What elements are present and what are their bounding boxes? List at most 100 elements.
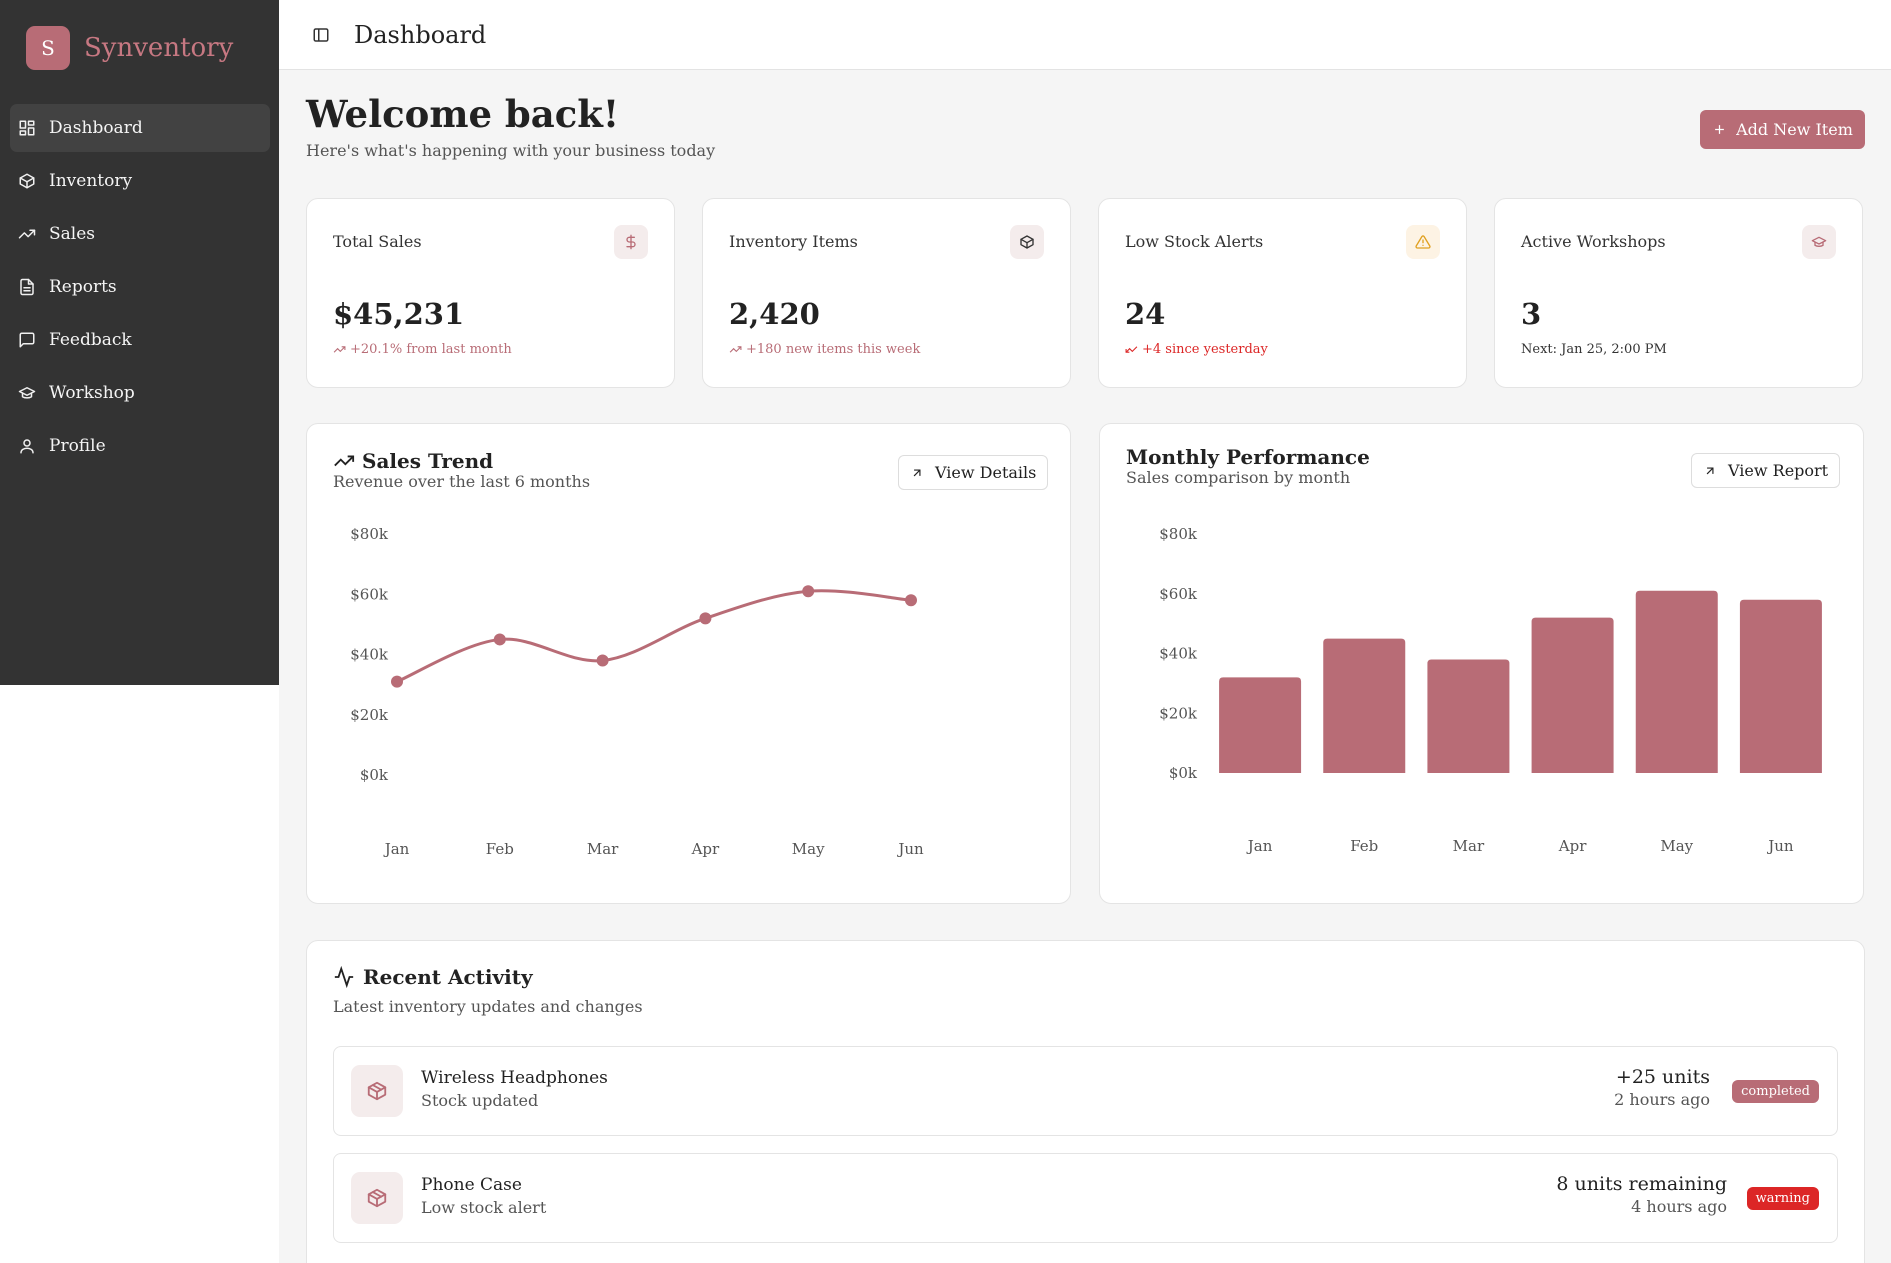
data-point	[596, 654, 609, 667]
activity-row[interactable]: Wireless Headphones Stock updated +25 un…	[333, 1046, 1838, 1136]
message-square-icon	[19, 332, 35, 348]
brand-logo: S	[26, 26, 70, 70]
data-point	[493, 633, 506, 646]
page-title: Dashboard	[354, 20, 487, 49]
stat-next-text: Next: Jan 25, 2:00 PM	[1521, 342, 1667, 357]
bar	[1323, 638, 1406, 773]
x-tick-label: Jun	[896, 840, 924, 858]
x-tick-label: Apr	[691, 840, 720, 858]
stat-label: Inventory Items	[729, 232, 858, 251]
x-tick-label: Feb	[1350, 837, 1378, 855]
x-tick-label: Jan	[1246, 837, 1273, 855]
stat-value: 3	[1521, 297, 1542, 331]
add-new-item-button[interactable]: Add New Item	[1700, 110, 1865, 149]
y-tick-label: $20k	[350, 706, 389, 724]
stat-next: Next: Jan 25, 2:00 PM	[1521, 342, 1667, 357]
sidebar-item-sales[interactable]: Sales	[10, 210, 270, 258]
sidebar-item-label: Sales	[49, 224, 96, 244]
x-tick-label: Jan	[383, 840, 410, 858]
welcome-subheading: Here's what's happening with your busine…	[306, 141, 716, 160]
y-tick-label: $60k	[350, 585, 389, 603]
y-tick-label: $40k	[1159, 645, 1198, 663]
activity-item-meta: 8 units remaining 4 hours ago	[1556, 1173, 1727, 1216]
sidebar-item-reports[interactable]: Reports	[10, 263, 270, 311]
stat-card-low-stock: Low Stock Alerts 24 +4 since yesterday	[1098, 198, 1467, 388]
sidebar-item-label: Feedback	[49, 330, 132, 350]
x-tick-label: Mar	[587, 840, 619, 858]
y-tick-label: $80k	[1159, 525, 1198, 543]
plus-icon	[1715, 125, 1724, 134]
bar	[1739, 599, 1822, 773]
recent-activity-title: Recent Activity	[333, 965, 533, 989]
stat-value: $45,231	[333, 297, 465, 331]
data-point	[699, 612, 712, 625]
monthly-performance-card: Monthly Performance Sales comparison by …	[1099, 423, 1864, 904]
x-tick-label: Mar	[1453, 837, 1485, 855]
box-icon	[19, 173, 35, 189]
sidebar-item-label: Dashboard	[49, 118, 143, 138]
x-tick-label: May	[1660, 837, 1693, 855]
activity-item-qty: 8 units remaining	[1556, 1173, 1727, 1195]
sidebar-toggle-icon[interactable]	[312, 26, 330, 44]
activity-item-name: Wireless Headphones	[421, 1068, 608, 1088]
sidebar-item-workshop[interactable]: Workshop	[10, 369, 270, 417]
stat-card-total-sales: Total Sales $45,231 +20.1% from last mon…	[306, 198, 675, 388]
sidebar-item-label: Profile	[49, 436, 106, 456]
activity-item-time: 4 hours ago	[1631, 1197, 1727, 1216]
bar	[1427, 659, 1510, 773]
box-icon	[351, 1065, 403, 1117]
status-badge: warning	[1746, 1187, 1819, 1210]
stat-change-text: +20.1% from last month	[350, 342, 512, 357]
stat-change-text: +180 new items this week	[746, 342, 921, 357]
sales-trend-chart: $0k $20k $40k $60k $80k Jan Feb Mar Apr May Jun	[350, 525, 924, 858]
brand[interactable]: S Synventory	[26, 26, 233, 70]
trending-down-icon	[1125, 346, 1138, 353]
status-badge: completed	[1732, 1080, 1819, 1103]
stat-change-text: +4 since yesterday	[1142, 342, 1268, 357]
recent-activity-card: Recent Activity Latest inventory updates…	[306, 940, 1865, 1263]
activity-item-time: 2 hours ago	[1614, 1090, 1710, 1109]
brand-name: Synventory	[84, 33, 234, 63]
y-tick-label: $20k	[1159, 704, 1198, 722]
sales-trend-card: Sales Trend Revenue over the last 6 mont…	[306, 423, 1071, 904]
recent-activity-subtitle: Latest inventory updates and changes	[333, 997, 643, 1016]
sales-trend-line	[396, 589, 912, 683]
y-tick-label: $0k	[360, 766, 389, 784]
topbar: Dashboard	[279, 0, 1891, 70]
y-tick-label: $0k	[1169, 764, 1198, 782]
y-tick-label: $60k	[1159, 585, 1198, 603]
add-new-item-label: Add New Item	[1736, 120, 1853, 139]
sidebar-item-label: Reports	[49, 277, 117, 297]
welcome-heading: Welcome back!	[306, 92, 620, 136]
activity-row[interactable]: Phone Case Low stock alert 8 units remai…	[333, 1153, 1838, 1243]
monthly-performance-chart: $0k $20k $40k $60k $80k Jan Feb Mar Apr May Jun	[1159, 525, 1822, 855]
dollar-icon	[614, 225, 648, 259]
activity-item-meta: +25 units 2 hours ago	[1614, 1066, 1710, 1109]
activity-item-name: Phone Case	[421, 1175, 522, 1195]
y-tick-label: $40k	[350, 646, 389, 664]
box-icon	[351, 1172, 403, 1224]
graduation-cap-icon	[18, 387, 36, 399]
user-icon	[20, 439, 34, 454]
x-tick-label: Jun	[1766, 837, 1794, 855]
data-point	[802, 585, 815, 598]
sidebar-item-inventory[interactable]: Inventory	[10, 157, 270, 205]
stat-card-inventory-items: Inventory Items 2,420 +180 new items thi…	[702, 198, 1071, 388]
data-point	[391, 675, 403, 688]
welcome-section: Welcome back! Here's what's happening wi…	[306, 92, 715, 160]
alert-triangle-icon	[1406, 225, 1440, 259]
x-tick-label: Feb	[486, 840, 514, 858]
recent-activity-title-text: Recent Activity	[363, 965, 533, 989]
activity-item-desc: Stock updated	[421, 1091, 539, 1110]
stat-value: 2,420	[729, 297, 820, 331]
trending-up-icon	[333, 346, 346, 353]
sidebar-item-label: Inventory	[49, 171, 133, 191]
bar	[1531, 617, 1614, 773]
sidebar-item-profile[interactable]: Profile	[10, 422, 270, 470]
sidebar-item-dashboard[interactable]: Dashboard	[10, 104, 270, 152]
main-content: Dashboard Welcome back! Here's what's ha…	[279, 0, 1891, 1263]
activity-item-qty: +25 units	[1615, 1066, 1710, 1088]
sidebar-item-feedback[interactable]: Feedback	[10, 316, 270, 364]
activity-icon	[334, 966, 354, 988]
bar	[1635, 590, 1718, 773]
